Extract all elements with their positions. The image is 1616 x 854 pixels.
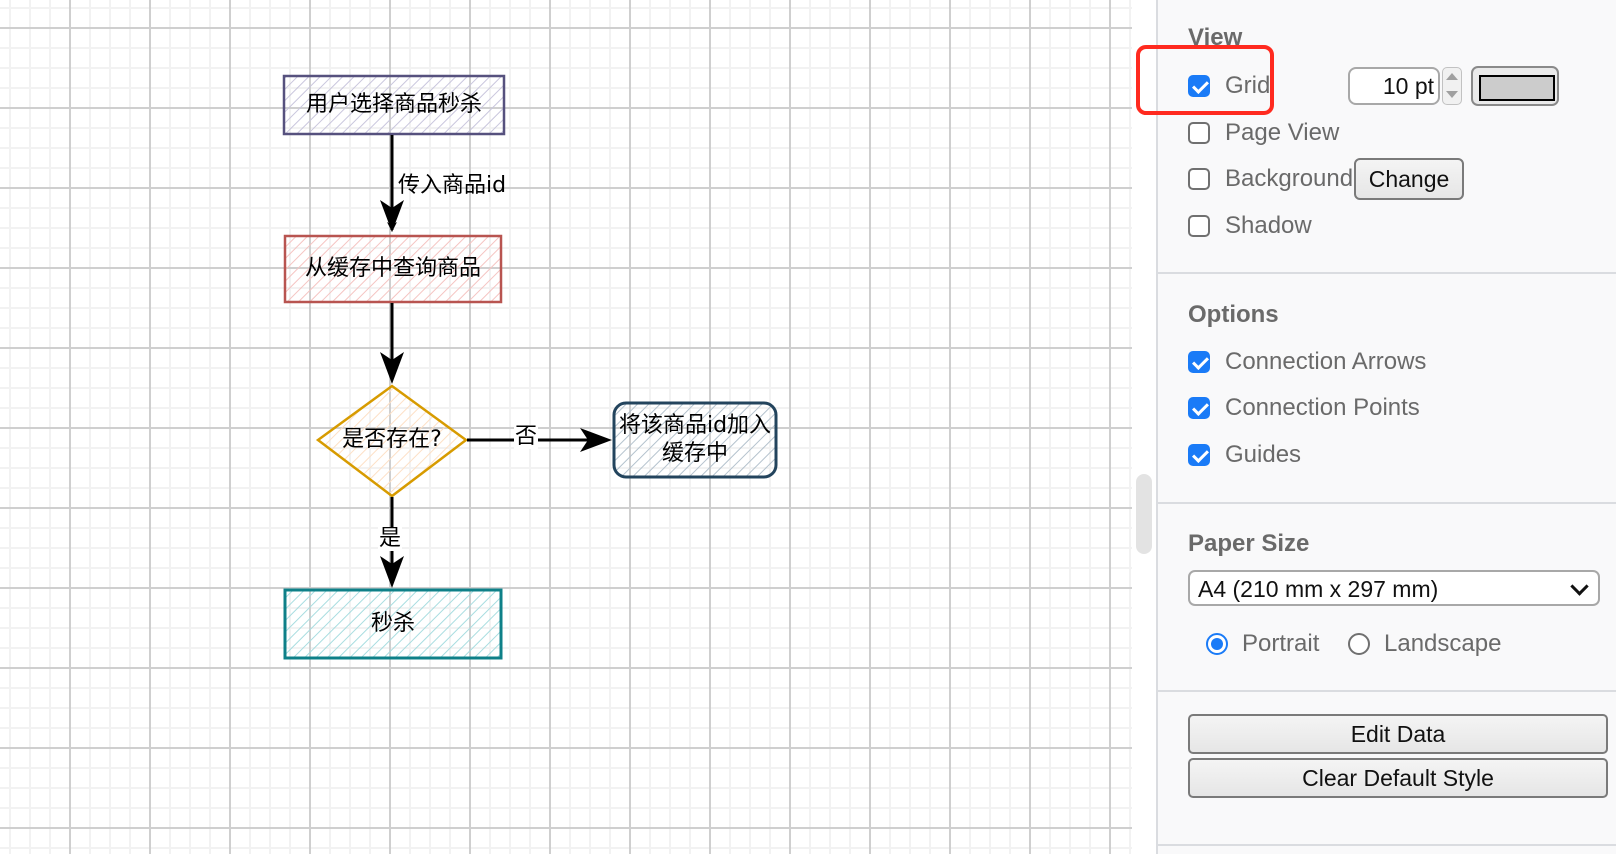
connection-points-checkbox[interactable] <box>1188 397 1210 419</box>
background-checkbox-row[interactable]: Background <box>1188 165 1353 193</box>
actions-section: Edit Data Clear Default Style <box>1158 692 1616 846</box>
chevron-down-icon <box>1570 577 1589 596</box>
diagram-svg <box>282 74 778 660</box>
grid-checkbox-row[interactable]: Grid <box>1188 72 1270 100</box>
paper-size-select[interactable]: A4 (210 mm x 297 mm) <box>1188 570 1600 606</box>
grid-size-stepper[interactable] <box>1442 67 1462 105</box>
connection-arrows-label: Connection Arrows <box>1225 348 1427 375</box>
background-checkbox[interactable] <box>1188 168 1210 190</box>
page-view-label: Page View <box>1225 119 1340 146</box>
background-label: Background <box>1225 165 1354 192</box>
guides-label: Guides <box>1225 441 1302 468</box>
edge-label-no: 否 <box>514 424 539 449</box>
change-background-button[interactable]: Change <box>1354 158 1464 200</box>
canvas-gutter <box>1132 0 1156 854</box>
node-seckill-label: 秒杀 <box>370 611 415 636</box>
node-query-cache-label: 从缓存中查询商品 <box>304 256 481 281</box>
portrait-label: Portrait <box>1242 630 1320 657</box>
grid-checkbox[interactable] <box>1188 75 1210 97</box>
shadow-label: Shadow <box>1225 212 1312 239</box>
diagram-canvas[interactable]: 用户选择商品秒杀 从缓存中查询商品 是否存在? 将该商品id加入 缓存中 秒杀 … <box>0 0 1132 854</box>
connection-arrows-checkbox[interactable] <box>1188 351 1210 373</box>
paper-size-value: A4 (210 mm x 297 mm) <box>1198 576 1439 602</box>
grid-color-swatch <box>1479 75 1555 101</box>
connection-points-row[interactable]: Connection Points <box>1188 394 1420 422</box>
node-user-select-label: 用户选择商品秒杀 <box>305 92 482 117</box>
connection-points-label: Connection Points <box>1225 394 1420 421</box>
node-add-to-cache-label: 将该商品id加入 缓存中 <box>618 413 772 466</box>
stepper-down-icon[interactable] <box>1446 91 1458 98</box>
format-panel: View Grid 10 pt Page View Background Cha… <box>1136 0 1616 854</box>
stepper-up-icon[interactable] <box>1446 73 1458 80</box>
grid-size-input[interactable]: 10 pt <box>1348 67 1440 105</box>
node-exists-decision-label: 是否存在? <box>342 427 442 452</box>
edge-label-pass-id: 传入商品id <box>398 173 507 198</box>
edge-label-yes: 是 <box>378 526 403 551</box>
guides-checkbox[interactable] <box>1188 444 1210 466</box>
edit-data-button[interactable]: Edit Data <box>1188 714 1608 754</box>
paper-size-section: Paper Size A4 (210 mm x 297 mm) Portrait… <box>1158 504 1616 692</box>
portrait-radio-row[interactable]: Portrait <box>1206 630 1319 658</box>
page-view-checkbox-row[interactable]: Page View <box>1188 119 1339 147</box>
options-section: Options Connection Arrows Connection Poi… <box>1158 274 1616 504</box>
grid-label: Grid <box>1225 72 1271 99</box>
guides-row[interactable]: Guides <box>1188 441 1301 469</box>
shadow-checkbox-row[interactable]: Shadow <box>1188 212 1312 240</box>
shadow-checkbox[interactable] <box>1188 215 1210 237</box>
landscape-label: Landscape <box>1384 630 1502 657</box>
page-view-checkbox[interactable] <box>1188 122 1210 144</box>
grid-color-button[interactable] <box>1471 66 1559 106</box>
paper-size-title: Paper Size <box>1188 530 1310 557</box>
landscape-radio[interactable] <box>1348 633 1370 655</box>
view-section: View Grid 10 pt Page View Background Cha… <box>1136 0 1616 274</box>
portrait-radio[interactable] <box>1206 633 1228 655</box>
clear-default-style-button[interactable]: Clear Default Style <box>1188 758 1608 798</box>
vertical-scrollbar[interactable] <box>1136 474 1152 554</box>
landscape-radio-row[interactable]: Landscape <box>1348 630 1501 658</box>
options-section-title: Options <box>1188 301 1279 328</box>
connection-arrows-row[interactable]: Connection Arrows <box>1188 348 1426 376</box>
